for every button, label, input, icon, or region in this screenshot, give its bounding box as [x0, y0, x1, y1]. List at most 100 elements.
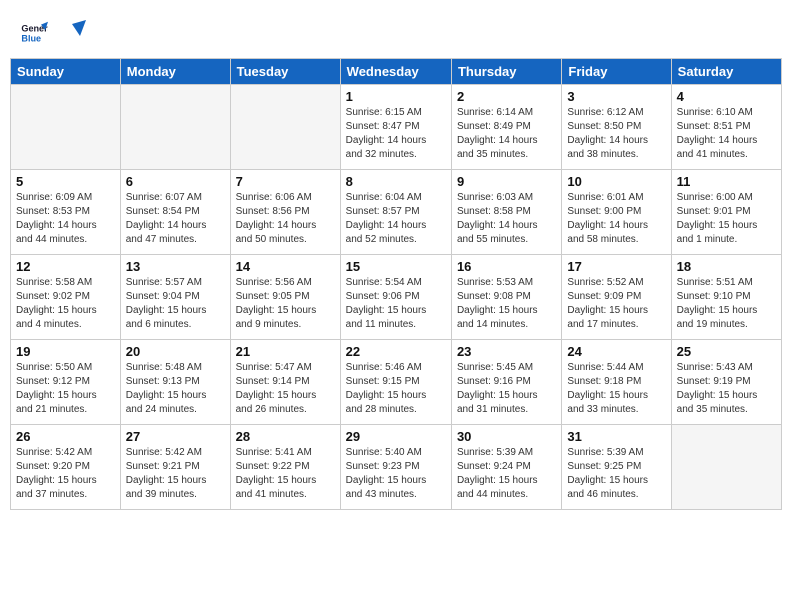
calendar-cell: 13Sunrise: 5:57 AMSunset: 9:04 PMDayligh…: [120, 255, 230, 340]
day-number: 4: [677, 89, 776, 104]
cell-info-line: Sunset: 9:16 PM: [457, 375, 556, 389]
cell-info-line: Sunrise: 5:58 AM: [16, 276, 115, 290]
cell-info-line: Sunrise: 5:51 AM: [677, 276, 776, 290]
cell-info-line: Daylight: 15 hours: [236, 474, 335, 488]
cell-info-line: Sunset: 8:56 PM: [236, 205, 335, 219]
weekday-header-sunday: Sunday: [11, 59, 121, 85]
day-number: 17: [567, 259, 665, 274]
cell-info-line: Sunrise: 5:43 AM: [677, 361, 776, 375]
day-number: 2: [457, 89, 556, 104]
cell-info-line: Sunset: 9:14 PM: [236, 375, 335, 389]
cell-info-line: Sunrise: 5:44 AM: [567, 361, 665, 375]
cell-info-line: Sunrise: 5:56 AM: [236, 276, 335, 290]
cell-info-line: Sunrise: 5:47 AM: [236, 361, 335, 375]
day-number: 26: [16, 429, 115, 444]
cell-info-line: Sunrise: 5:42 AM: [16, 446, 115, 460]
day-number: 3: [567, 89, 665, 104]
cell-info-line: Daylight: 14 hours: [567, 134, 665, 148]
cell-info-line: and 19 minutes.: [677, 318, 776, 332]
cell-info-line: Sunset: 8:58 PM: [457, 205, 556, 219]
cell-info-line: Sunset: 9:04 PM: [126, 290, 225, 304]
calendar-cell: 9Sunrise: 6:03 AMSunset: 8:58 PMDaylight…: [451, 170, 561, 255]
cell-info-line: Daylight: 15 hours: [236, 304, 335, 318]
day-number: 22: [346, 344, 446, 359]
cell-info-line: Sunset: 8:54 PM: [126, 205, 225, 219]
cell-info-line: Sunrise: 6:01 AM: [567, 191, 665, 205]
cell-info-line: and 11 minutes.: [346, 318, 446, 332]
cell-info-line: Sunrise: 5:50 AM: [16, 361, 115, 375]
logo-icon: General Blue: [20, 19, 48, 47]
cell-info-line: and 38 minutes.: [567, 148, 665, 162]
cell-info-line: Sunset: 9:08 PM: [457, 290, 556, 304]
calendar-cell: 14Sunrise: 5:56 AMSunset: 9:05 PMDayligh…: [230, 255, 340, 340]
cell-info-line: Daylight: 15 hours: [126, 304, 225, 318]
cell-info-line: and 14 minutes.: [457, 318, 556, 332]
cell-info-line: and 28 minutes.: [346, 403, 446, 417]
cell-info-line: Sunset: 9:05 PM: [236, 290, 335, 304]
day-number: 15: [346, 259, 446, 274]
cell-info-line: and 9 minutes.: [236, 318, 335, 332]
calendar-cell: 15Sunrise: 5:54 AMSunset: 9:06 PMDayligh…: [340, 255, 451, 340]
cell-info-line: Sunrise: 5:42 AM: [126, 446, 225, 460]
cell-info-line: Daylight: 14 hours: [457, 134, 556, 148]
calendar-cell: 5Sunrise: 6:09 AMSunset: 8:53 PMDaylight…: [11, 170, 121, 255]
cell-info-line: Sunrise: 6:09 AM: [16, 191, 115, 205]
cell-info-line: Sunrise: 5:52 AM: [567, 276, 665, 290]
cell-info-line: Sunset: 9:06 PM: [346, 290, 446, 304]
cell-info-line: and 37 minutes.: [16, 488, 115, 502]
cell-info-line: Sunrise: 6:15 AM: [346, 106, 446, 120]
day-number: 9: [457, 174, 556, 189]
calendar-cell: 21Sunrise: 5:47 AMSunset: 9:14 PMDayligh…: [230, 340, 340, 425]
cell-info-line: Sunset: 8:50 PM: [567, 120, 665, 134]
calendar-cell: 12Sunrise: 5:58 AMSunset: 9:02 PMDayligh…: [11, 255, 121, 340]
calendar-cell: 16Sunrise: 5:53 AMSunset: 9:08 PMDayligh…: [451, 255, 561, 340]
cell-info-line: Sunrise: 5:40 AM: [346, 446, 446, 460]
cell-info-line: Daylight: 15 hours: [126, 474, 225, 488]
calendar-week-4: 26Sunrise: 5:42 AMSunset: 9:20 PMDayligh…: [11, 425, 782, 510]
cell-info-line: Sunrise: 5:45 AM: [457, 361, 556, 375]
cell-info-line: Sunrise: 5:41 AM: [236, 446, 335, 460]
cell-info-line: and 21 minutes.: [16, 403, 115, 417]
cell-info-line: and 1 minute.: [677, 233, 776, 247]
cell-info-line: Sunrise: 6:14 AM: [457, 106, 556, 120]
cell-info-line: Sunrise: 6:06 AM: [236, 191, 335, 205]
svg-text:Blue: Blue: [21, 33, 41, 43]
cell-info-line: Daylight: 14 hours: [346, 134, 446, 148]
cell-info-line: and 41 minutes.: [236, 488, 335, 502]
cell-info-line: and 43 minutes.: [346, 488, 446, 502]
logo: General Blue: [20, 18, 86, 48]
day-number: 13: [126, 259, 225, 274]
calendar-cell: [11, 85, 121, 170]
day-number: 28: [236, 429, 335, 444]
cell-info-line: and 50 minutes.: [236, 233, 335, 247]
cell-info-line: Sunset: 9:24 PM: [457, 460, 556, 474]
cell-info-line: Daylight: 14 hours: [126, 219, 225, 233]
cell-info-line: Sunset: 8:53 PM: [16, 205, 115, 219]
cell-info-line: and 46 minutes.: [567, 488, 665, 502]
calendar-cell: 11Sunrise: 6:00 AMSunset: 9:01 PMDayligh…: [671, 170, 781, 255]
day-number: 25: [677, 344, 776, 359]
day-number: 21: [236, 344, 335, 359]
day-number: 7: [236, 174, 335, 189]
cell-info-line: and 32 minutes.: [346, 148, 446, 162]
cell-info-line: Daylight: 14 hours: [457, 219, 556, 233]
weekday-header-monday: Monday: [120, 59, 230, 85]
cell-info-line: Sunset: 8:51 PM: [677, 120, 776, 134]
cell-info-line: Daylight: 15 hours: [567, 389, 665, 403]
cell-info-line: Sunset: 9:19 PM: [677, 375, 776, 389]
calendar-cell: 30Sunrise: 5:39 AMSunset: 9:24 PMDayligh…: [451, 425, 561, 510]
calendar-cell: 4Sunrise: 6:10 AMSunset: 8:51 PMDaylight…: [671, 85, 781, 170]
calendar-week-3: 19Sunrise: 5:50 AMSunset: 9:12 PMDayligh…: [11, 340, 782, 425]
calendar-cell: 10Sunrise: 6:01 AMSunset: 9:00 PMDayligh…: [562, 170, 671, 255]
cell-info-line: and 55 minutes.: [457, 233, 556, 247]
cell-info-line: and 52 minutes.: [346, 233, 446, 247]
cell-info-line: Daylight: 14 hours: [236, 219, 335, 233]
weekday-header-row: SundayMondayTuesdayWednesdayThursdayFrid…: [11, 59, 782, 85]
weekday-header-tuesday: Tuesday: [230, 59, 340, 85]
cell-info-line: and 4 minutes.: [16, 318, 115, 332]
cell-info-line: and 44 minutes.: [457, 488, 556, 502]
cell-info-line: Daylight: 15 hours: [567, 474, 665, 488]
calendar-cell: 18Sunrise: 5:51 AMSunset: 9:10 PMDayligh…: [671, 255, 781, 340]
cell-info-line: Sunrise: 5:54 AM: [346, 276, 446, 290]
cell-info-line: Daylight: 15 hours: [16, 304, 115, 318]
